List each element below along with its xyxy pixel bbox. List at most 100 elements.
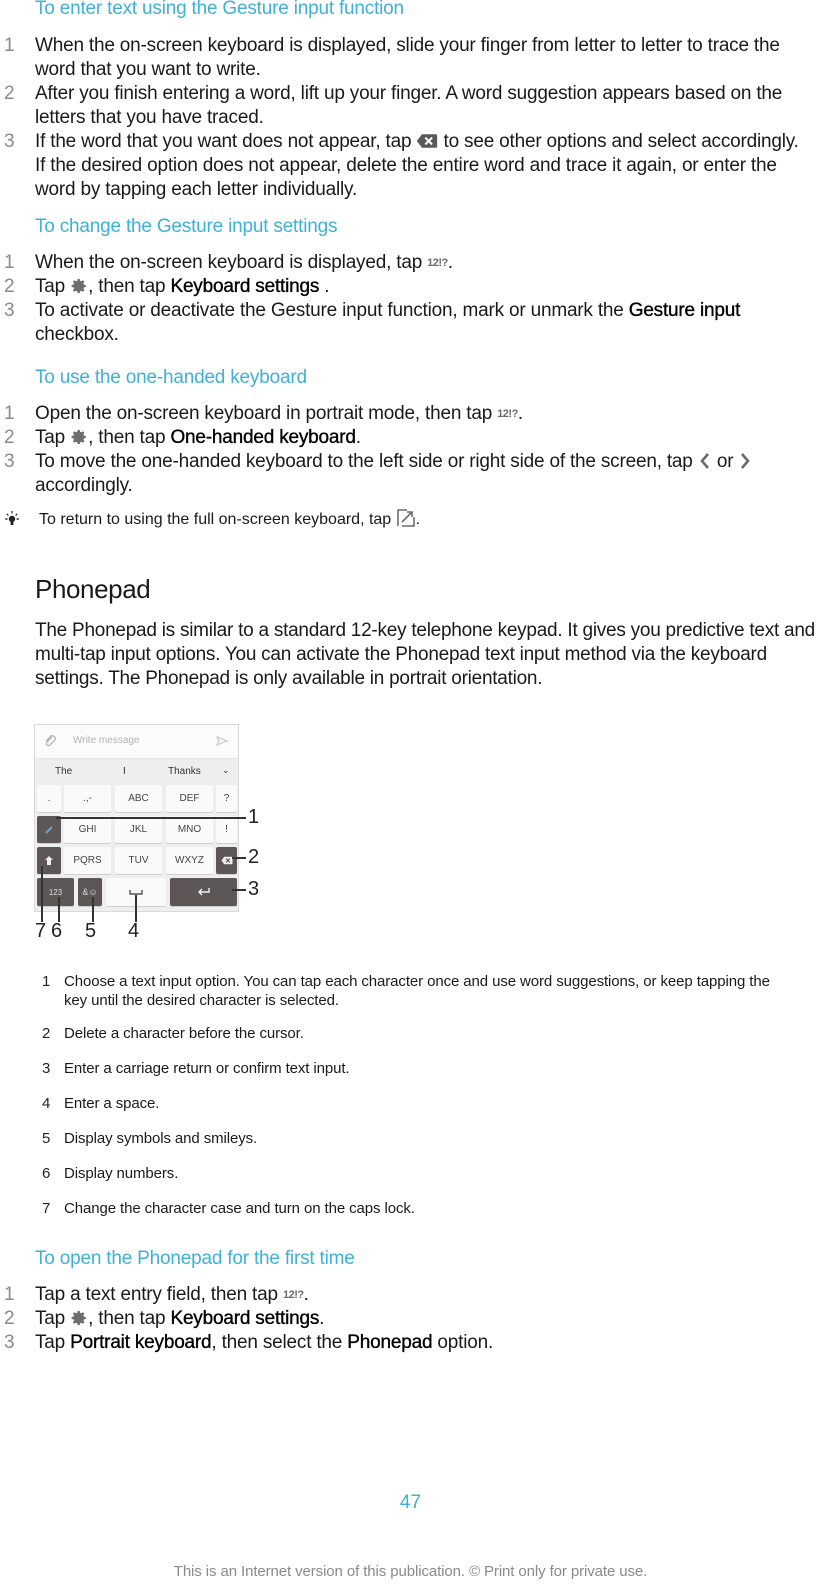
- section-heading-gesture-settings: To change the Gesture input settings: [35, 216, 338, 237]
- callout-line: [41, 866, 43, 922]
- section-heading-open-phonepad: To open the Phonepad for the first time: [35, 1248, 355, 1269]
- chevron-left-icon: [698, 452, 712, 470]
- list-item: 3 Tap Portrait keyboard, then select the…: [0, 1331, 800, 1355]
- message-placeholder: Write message: [73, 735, 140, 746]
- step-number: 3: [4, 451, 15, 473]
- step-number: 2: [4, 1308, 15, 1330]
- step-text: , then tap: [88, 1308, 166, 1330]
- callout-2: 2: [248, 846, 260, 868]
- pen-icon: [45, 825, 53, 834]
- lightbulb-icon: [5, 511, 19, 525]
- list-item: 2 Tap , then tap One-handed keyboard.: [0, 426, 800, 450]
- key: TUV: [115, 847, 162, 874]
- step-number: 3: [4, 131, 15, 152]
- callout-7: 7: [35, 920, 47, 942]
- callout-6: 6: [51, 920, 63, 942]
- callout-3: 3: [248, 878, 260, 900]
- suggestion: Thanks: [168, 766, 201, 777]
- tip-text: To return to using the full on-screen ke…: [39, 508, 420, 532]
- attachment-icon: [45, 735, 56, 747]
- callout-line: [232, 857, 246, 859]
- menu-item-keyboard-settings: Keyboard settings: [170, 1308, 320, 1330]
- key: ?: [216, 785, 237, 812]
- gear-icon: [70, 277, 88, 295]
- step-text: .: [447, 252, 453, 274]
- step-text: , then tap: [88, 276, 166, 298]
- callout-line: [56, 817, 246, 819]
- suggestion: The: [55, 766, 73, 777]
- step-text: accordingly.: [35, 475, 133, 497]
- step-text: .: [517, 403, 523, 425]
- step-text: .: [319, 276, 330, 298]
- step-text: Open the on-screen keyboard in portrait …: [35, 403, 493, 425]
- send-icon: [216, 735, 228, 747]
- section-heading-one-handed: To use the one-handed keyboard: [35, 367, 307, 388]
- tip-text-after: .: [415, 511, 421, 528]
- numbers-key: 123: [37, 878, 74, 906]
- tip-text-before: To return to using the full on-screen ke…: [39, 511, 392, 528]
- callout-line: [232, 889, 246, 891]
- gear-icon: [70, 428, 88, 446]
- open-phonepad-steps: 1 Tap a text entry field, then tap 12!?.…: [0, 1283, 800, 1355]
- list-item: 1 When the on-screen keyboard is display…: [0, 34, 800, 82]
- phonepad-title: Phonepad: [35, 574, 151, 604]
- legend-number: 6: [42, 1165, 51, 1182]
- callout-4: 4: [128, 920, 140, 942]
- key: PQRS: [64, 847, 111, 874]
- list-item: 1 Tap a text entry field, then tap 12!?.: [0, 1283, 800, 1307]
- chevron-right-icon: [738, 452, 752, 470]
- legend-text: Display symbols and smileys.: [64, 1130, 258, 1147]
- step-text: To move the one-handed keyboard to the l…: [35, 451, 693, 473]
- step-number: 2: [4, 427, 15, 449]
- chevron-down-icon: ⌄: [222, 765, 230, 775]
- step-text: , then select the: [211, 1332, 343, 1354]
- backspace-icon: [416, 133, 438, 149]
- suggestion: I: [123, 766, 126, 777]
- legend-number: 1: [42, 973, 51, 990]
- suggestion-bar: The I Thanks ⌄: [35, 758, 238, 784]
- step-number: 3: [4, 300, 15, 322]
- key: WXYZ: [166, 847, 213, 874]
- symbols-key-icon: 12!?: [497, 408, 518, 420]
- key: .: [37, 785, 61, 812]
- symbols-key-icon: 12!?: [282, 1289, 304, 1301]
- menu-item-one-handed-keyboard: One-handed keyboard: [170, 427, 356, 449]
- step-number: 1: [4, 1284, 15, 1305]
- step-text: Tap: [35, 427, 66, 449]
- menu-item-keyboard-settings: Keyboard settings: [170, 276, 320, 298]
- page-number: 47: [399, 1492, 422, 1513]
- step-text: When the on-screen keyboard is displayed…: [35, 252, 423, 274]
- list-item: 2 After you finish entering a word, lift…: [0, 82, 800, 130]
- option-gesture-input: Gesture input: [628, 300, 741, 322]
- gesture-settings-steps: 1 When the on-screen keyboard is display…: [0, 251, 800, 347]
- symbols-key-icon: 12!?: [427, 257, 448, 269]
- step-number: 1: [4, 252, 15, 273]
- step-text: Tap: [35, 276, 66, 298]
- gear-icon: [70, 1309, 88, 1327]
- step-text: option.: [437, 1332, 494, 1354]
- step-text: .: [319, 1308, 325, 1330]
- key: .,-: [64, 785, 111, 812]
- step-number: 1: [4, 35, 15, 56]
- callout-line: [58, 897, 60, 922]
- step-text: Tap a text entry field, then tap: [35, 1284, 278, 1306]
- callout-5: 5: [85, 920, 97, 942]
- legend-text: Enter a carriage return or confirm text …: [64, 1060, 350, 1077]
- step-text: Tap: [35, 1332, 66, 1354]
- step-number: 1: [4, 403, 15, 424]
- list-item: 1 Open the on-screen keyboard in portrai…: [0, 402, 800, 426]
- legend-number: 2: [42, 1025, 51, 1042]
- legend-text: Enter a space.: [64, 1095, 160, 1112]
- step-text: , then tap: [88, 427, 166, 449]
- return-icon: [197, 888, 210, 896]
- list-item: 3 To activate or deactivate the Gesture …: [0, 299, 800, 347]
- one-handed-steps: 1 Open the on-screen keyboard in portrai…: [0, 402, 800, 498]
- step-text: or: [716, 451, 734, 473]
- legend-number: 7: [42, 1200, 51, 1217]
- legend-number: 5: [42, 1130, 51, 1147]
- shift-icon: [45, 856, 53, 865]
- key: ABC: [115, 785, 162, 812]
- callout-line: [92, 897, 94, 922]
- menu-item-portrait-keyboard: Portrait keyboard: [70, 1332, 212, 1354]
- key: DEF: [166, 785, 213, 812]
